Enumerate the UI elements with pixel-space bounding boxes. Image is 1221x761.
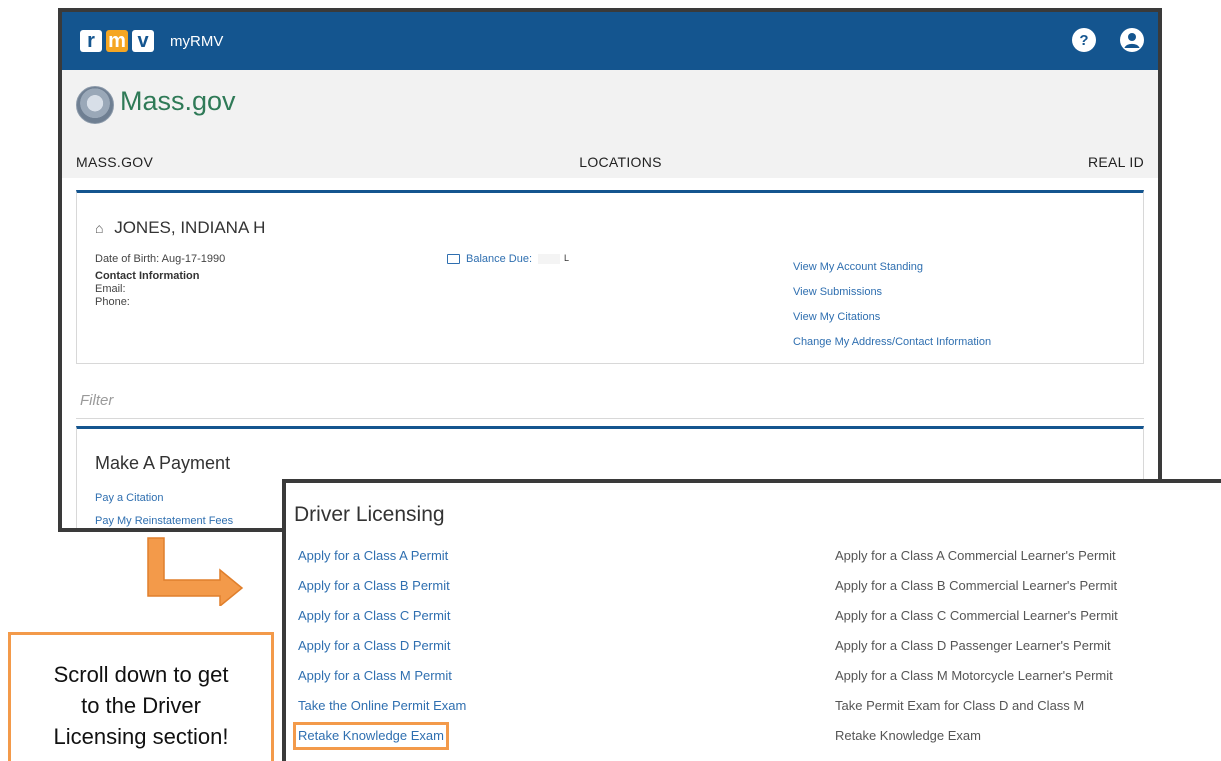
link-class-c-permit[interactable]: Apply for a Class C Permit — [298, 601, 466, 631]
driver-licensing-descriptions: Apply for a Class A Commercial Learner's… — [835, 541, 1118, 751]
payment-links: Pay a Citation Pay My Reinstatement Fees — [95, 487, 233, 528]
logo-letter-m: m — [106, 30, 128, 52]
user-name: JONES, INDIANA H — [114, 218, 266, 237]
driver-licensing-links: Apply for a Class A Permit Apply for a C… — [293, 541, 466, 751]
profile-card: ⌂ JONES, INDIANA H Date of Birth: Aug-17… — [76, 190, 1144, 364]
balance-redacted — [538, 254, 561, 265]
filter-input[interactable]: Filter — [80, 392, 113, 409]
person-icon: ⌂ — [95, 220, 104, 236]
header-icons: ? — [1072, 28, 1144, 52]
instruction-callout: Scroll down to get to the Driver Licensi… — [8, 632, 274, 761]
link-online-permit-exam[interactable]: Take the Online Permit Exam — [298, 691, 466, 721]
massgov-nav: MASS.GOV LOCATIONS REAL ID — [76, 154, 1144, 170]
phone-label: Phone: — [95, 296, 130, 308]
balance-due[interactable]: Balance Due: L — [447, 253, 569, 265]
massgov-header: Mass.gov MASS.GOV LOCATIONS REAL ID — [62, 70, 1158, 178]
main-screenshot-frame: r m v myRMV ? Mass.gov MASS.GOV LOCATION… — [58, 8, 1162, 532]
massgov-wordmark[interactable]: Mass.gov — [120, 86, 236, 117]
credit-card-icon — [447, 254, 460, 265]
desc-retake-exam: Retake Knowledge Exam — [835, 728, 981, 743]
user-account-icon[interactable] — [1120, 28, 1144, 52]
desc-permit-exam: Take Permit Exam for Class D and Class M — [835, 698, 1085, 713]
balance-mark: L — [564, 253, 570, 263]
link-change-address[interactable]: Change My Address/Contact Information — [793, 330, 991, 355]
callout-line-3: Licensing section! — [53, 724, 229, 749]
desc-class-m: Apply for a Class M Motorcycle Learner's… — [835, 668, 1113, 683]
callout-line-2: to the Driver — [81, 693, 201, 718]
email-label: Email: — [95, 283, 126, 295]
link-account-standing[interactable]: View My Account Standing — [793, 255, 991, 280]
logo-letter-v: v — [132, 30, 154, 52]
driver-licensing-zoom-frame: Driver Licensing Apply for a Class A Per… — [282, 479, 1221, 761]
desc-class-c: Apply for a Class C Commercial Learner's… — [835, 608, 1118, 623]
user-silhouette-icon — [1124, 33, 1140, 48]
account-links: View My Account Standing View Submission… — [793, 255, 991, 355]
date-of-birth: Date of Birth: Aug-17-1990 — [95, 253, 226, 265]
desc-class-a: Apply for a Class A Commercial Learner's… — [835, 548, 1116, 563]
massachusetts-seal-icon — [76, 86, 114, 124]
link-class-d-permit[interactable]: Apply for a Class D Permit — [298, 631, 466, 661]
link-pay-reinstatement[interactable]: Pay My Reinstatement Fees — [95, 510, 233, 528]
driver-licensing-title: Driver Licensing — [294, 503, 445, 526]
help-icon[interactable]: ? — [1072, 28, 1096, 52]
myrmv-header: r m v myRMV ? — [62, 12, 1158, 70]
nav-massgov[interactable]: MASS.GOV — [76, 154, 153, 170]
app-title: myRMV — [170, 32, 224, 50]
contact-heading: Contact Information — [95, 270, 200, 282]
desc-class-b: Apply for a Class B Commercial Learner's… — [835, 578, 1118, 593]
callout-line-1: Scroll down to get — [53, 662, 229, 687]
payment-title: Make A Payment — [95, 453, 231, 473]
link-class-m-permit[interactable]: Apply for a Class M Permit — [298, 661, 466, 691]
profile-details: Date of Birth: Aug-17-1990 Contact Infor… — [95, 253, 225, 309]
link-class-b-permit[interactable]: Apply for a Class B Permit — [298, 571, 466, 601]
link-retake-knowledge-exam[interactable]: Retake Knowledge Exam — [293, 722, 449, 750]
filter-divider — [76, 418, 1144, 419]
nav-locations[interactable]: LOCATIONS — [579, 154, 662, 170]
link-class-a-permit[interactable]: Apply for a Class A Permit — [298, 541, 466, 571]
nav-real-id[interactable]: REAL ID — [1088, 154, 1144, 170]
link-pay-citation[interactable]: Pay a Citation — [95, 487, 233, 510]
desc-class-d: Apply for a Class D Passenger Learner's … — [835, 638, 1111, 653]
link-view-citations[interactable]: View My Citations — [793, 305, 991, 330]
user-name-row: ⌂ JONES, INDIANA H — [95, 218, 265, 238]
orange-arrow-icon — [147, 537, 244, 606]
logo-letter-r: r — [80, 30, 102, 52]
balance-label: Balance Due: — [466, 253, 533, 265]
link-view-submissions[interactable]: View Submissions — [793, 280, 991, 305]
